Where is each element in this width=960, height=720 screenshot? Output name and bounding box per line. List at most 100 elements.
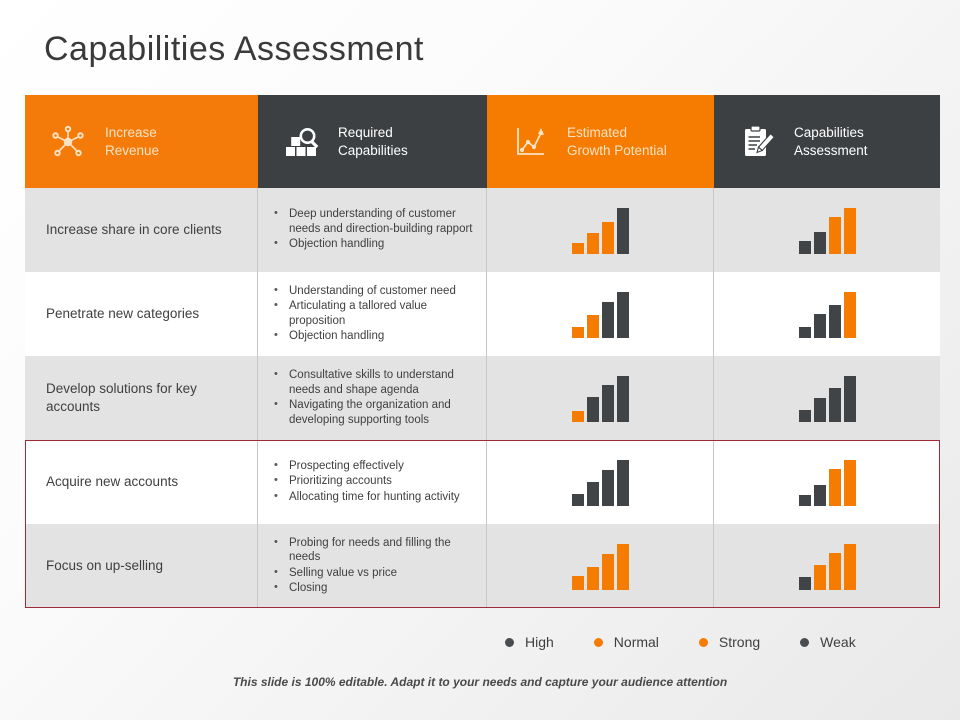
row-name: Acquire new accounts [25,440,258,524]
chart-bar [586,396,599,422]
row-name: Develop solutions for key accounts [25,356,258,440]
network-nodes-icon [47,121,89,163]
chart-bar [586,315,599,338]
chart-bar [616,208,629,254]
list-item: Articulating a tallored value propositio… [272,298,478,328]
chart-bar [798,241,811,254]
list-item: Navigating the organization and developi… [272,397,478,427]
chart-bar [843,376,856,422]
chart-bar [828,304,841,338]
chart-bar [828,469,841,506]
table-body: Increase share in core clients Deep unde… [25,188,940,608]
header-increase-revenue[interactable]: Increase Revenue [25,95,258,188]
legend-label: Weak [820,634,856,650]
list-item: Allocating time for hunting activity [272,489,478,505]
legend-label: High [525,634,554,650]
list-item: Prioritizing accounts [272,473,478,489]
chart-bar [828,553,841,590]
chart-bar [571,242,584,254]
growth-potential-chart [487,524,714,608]
chart-bar [601,302,614,338]
chart-bar [571,410,584,422]
assessment-chart [714,272,940,356]
chart-bar [586,567,599,590]
chart-bar [828,217,841,254]
row-capabilities: Prospecting effectively Prioritizing acc… [258,440,487,524]
chart-bar [843,460,856,506]
chart-bar [843,544,856,590]
legend-item: Normal [593,634,659,650]
legend: High Normal Strong Weak [505,634,896,650]
growth-potential-chart [487,272,714,356]
assessment-chart [714,188,940,272]
legend-item: Weak [800,634,856,650]
row-capabilities: Deep understanding of customer needs and… [258,188,487,272]
chart-bar [616,292,629,338]
row-name: Penetrate new categories [25,272,258,356]
chart-bar [571,576,584,590]
row-name: Focus on up-selling [25,524,258,608]
chart-bar [813,398,826,422]
chart-bar [798,410,811,422]
chart-bar [843,208,856,254]
list-item: Deep understanding of customer needs and… [272,206,478,236]
chart-bar [571,326,584,338]
header-label: Estimated Growth Potential [567,124,667,158]
table-row[interactable]: Increase share in core clients Deep unde… [25,188,940,272]
chart-bar [616,544,629,590]
footer-note: This slide is 100% editable. Adapt it to… [232,675,728,689]
chart-bar [813,564,826,590]
chart-bar [798,326,811,338]
chart-bar [813,231,826,254]
legend-dot-icon [698,637,708,647]
legend-dot-icon [800,637,810,647]
chart-bar [616,460,629,506]
legend-item: Strong [698,634,761,650]
magnifier-boxes-icon [280,121,322,163]
row-capabilities: Probing for needs and filling the needs … [258,524,487,608]
list-item: Objection handling [272,236,478,252]
table-row[interactable]: Develop solutions for key accounts Consu… [25,356,940,440]
growth-potential-chart [487,188,714,272]
chart-bar [601,554,614,590]
chart-bar [616,376,629,422]
row-name: Increase share in core clients [25,188,258,272]
header-estimated-growth-potential[interactable]: Estimated Growth Potential [487,95,714,188]
table-row[interactable]: Focus on up-selling Probing for needs an… [25,524,940,608]
legend-label: Strong [718,634,761,650]
list-item: Probing for needs and filling the needs [272,535,478,565]
page-title: Capabilities Assessment [44,30,425,68]
list-item: Understanding of customer need [272,283,478,299]
header-label: Increase Revenue [105,124,160,158]
chart-bar [798,577,811,590]
chart-bar [601,385,614,422]
chart-bar [586,233,599,254]
slide-canvas: Capabilities Assessment Increase Revenue… [0,0,960,720]
growth-potential-chart [487,440,714,524]
assessment-chart [714,356,940,440]
header-label: Capabilities Assessment [794,124,868,158]
assessment-chart [714,524,940,608]
table-row[interactable]: Penetrate new categories Understanding o… [25,272,940,356]
list-item: Prospecting effectively [272,458,478,474]
legend-item: High [505,634,554,650]
growth-potential-chart [487,356,714,440]
assessment-chart [714,440,940,524]
chart-bar [828,387,841,422]
legend-dot-icon [593,637,603,647]
row-capabilities: Consultative skills to understand needs … [258,356,487,440]
chart-bar [813,314,826,338]
header-label: Required Capabilities [338,124,408,158]
table-row[interactable]: Acquire new accounts Prospecting effecti… [25,440,940,524]
header-required-capabilities[interactable]: Required Capabilities [258,95,487,188]
header-capabilities-assessment[interactable]: Capabilities Assessment [714,95,940,188]
chart-bar [843,292,856,338]
chart-bar [601,221,614,254]
chart-bar [586,482,599,506]
table-header-row: Increase Revenue Required Capabilities E… [25,95,940,188]
line-chart-icon [509,121,551,163]
row-capabilities: Understanding of customer need Articulat… [258,272,487,356]
chart-bar [798,494,811,506]
chart-bar [601,470,614,506]
list-item: Objection handling [272,328,478,344]
